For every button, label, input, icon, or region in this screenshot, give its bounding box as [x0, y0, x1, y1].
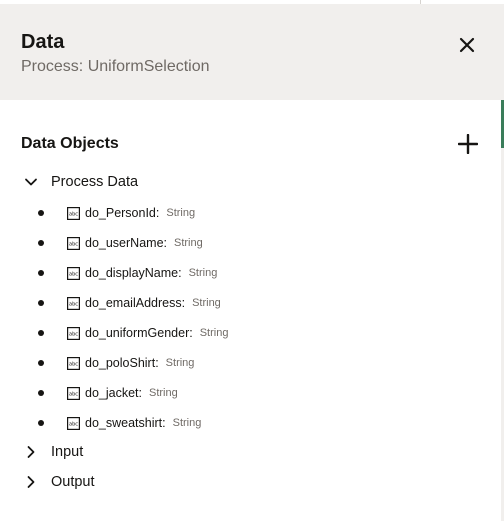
svg-text:abc: abc: [69, 421, 78, 427]
svg-text:abc: abc: [69, 331, 78, 337]
data-object-type: String: [188, 267, 218, 279]
data-object-name[interactable]: do_uniformGender:: [85, 326, 193, 340]
data-object-name[interactable]: do_PersonId:: [85, 206, 159, 220]
bullet: [38, 330, 44, 336]
data-object-type: String: [148, 387, 178, 399]
tree-node-output[interactable]: Output: [22, 470, 95, 494]
text-type-icon: abc: [67, 266, 80, 280]
data-object-type: String: [174, 237, 203, 249]
svg-text:abc: abc: [69, 271, 78, 277]
panel-header: Data Process: UniformSelection: [0, 4, 504, 100]
tree-node-label: Output: [51, 474, 95, 490]
chevron-right-icon: [22, 443, 40, 461]
bullet: [38, 240, 44, 246]
text-type-icon: abc: [67, 206, 80, 220]
bullet: [38, 360, 44, 366]
close-button[interactable]: [452, 30, 482, 60]
plus-icon: [458, 134, 478, 154]
list-item: abc do_PersonId: String: [38, 202, 195, 224]
bullet: [38, 300, 44, 306]
list-item: abc do_uniformGender: String: [38, 322, 228, 344]
text-type-icon: abc: [67, 416, 80, 430]
svg-text:abc: abc: [69, 301, 78, 307]
list-item: abc do_jacket: String: [38, 382, 178, 404]
data-object-name[interactable]: do_emailAddress:: [85, 296, 185, 310]
text-type-icon: abc: [67, 236, 80, 250]
svg-text:abc: abc: [69, 391, 78, 397]
tree-node-label: Input: [51, 444, 84, 460]
list-item: abc do_emailAddress: String: [38, 292, 221, 314]
data-object-type: String: [165, 357, 195, 369]
list-item: abc do_poloShirt: String: [38, 352, 194, 374]
panel-subtitle: Process: UniformSelection: [21, 58, 210, 75]
bullet: [38, 420, 44, 426]
list-item: abc do_displayName: String: [38, 262, 217, 284]
svg-text:abc: abc: [69, 361, 78, 367]
data-object-type: String: [199, 327, 229, 339]
data-object-name[interactable]: do_userName:: [85, 236, 167, 250]
data-object-name[interactable]: do_jacket:: [85, 386, 142, 400]
list-item: abc do_userName: String: [38, 232, 203, 254]
tree-node-input[interactable]: Input: [22, 440, 83, 464]
list-item: abc do_sweatshirt: String: [38, 412, 201, 434]
close-icon: [459, 37, 475, 53]
bullet: [38, 390, 44, 396]
data-object-name[interactable]: do_displayName:: [85, 266, 182, 280]
panel-title: Data: [21, 31, 65, 53]
add-data-object-button[interactable]: [454, 130, 482, 158]
section-title: Data Objects: [21, 135, 119, 152]
svg-text:abc: abc: [69, 241, 78, 247]
tree-node-process-data[interactable]: Process Data: [22, 170, 138, 194]
data-panel: Data Process: UniformSelection Data Obje…: [0, 0, 504, 521]
text-type-icon: abc: [67, 296, 80, 310]
text-type-icon: abc: [67, 386, 80, 400]
data-object-type: String: [192, 297, 221, 309]
text-type-icon: abc: [67, 326, 80, 340]
bullet: [38, 270, 44, 276]
chevron-right-icon: [22, 473, 40, 491]
data-object-type: String: [166, 207, 196, 219]
data-object-name[interactable]: do_poloShirt:: [85, 356, 159, 370]
text-type-icon: abc: [67, 356, 80, 370]
bullet: [38, 210, 44, 216]
data-object-name[interactable]: do_sweatshirt:: [85, 416, 166, 430]
tree-node-label: Process Data: [51, 174, 139, 190]
data-object-type: String: [172, 417, 202, 429]
svg-text:abc: abc: [69, 211, 78, 217]
chevron-down-icon: [22, 173, 40, 191]
